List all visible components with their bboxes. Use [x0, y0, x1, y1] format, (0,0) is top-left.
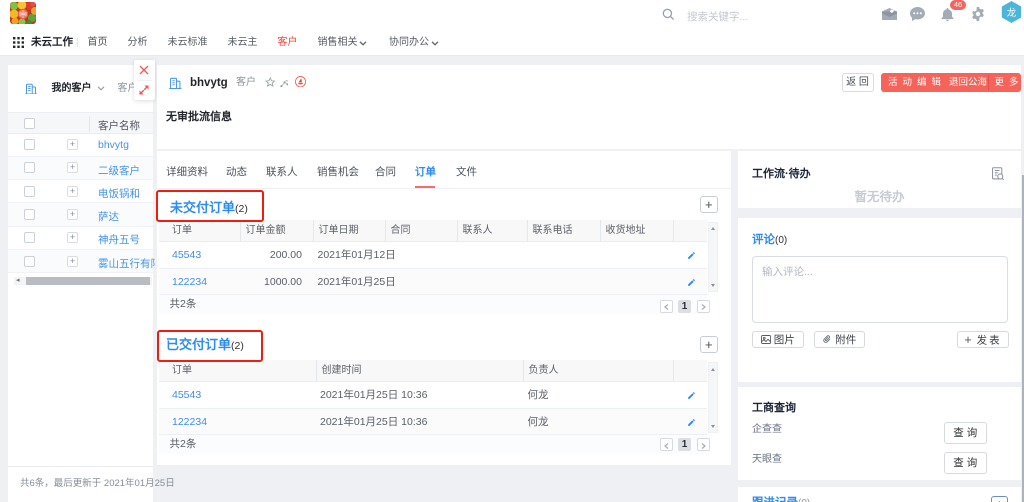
svg-text:龙: 龙 — [1007, 7, 1017, 19]
